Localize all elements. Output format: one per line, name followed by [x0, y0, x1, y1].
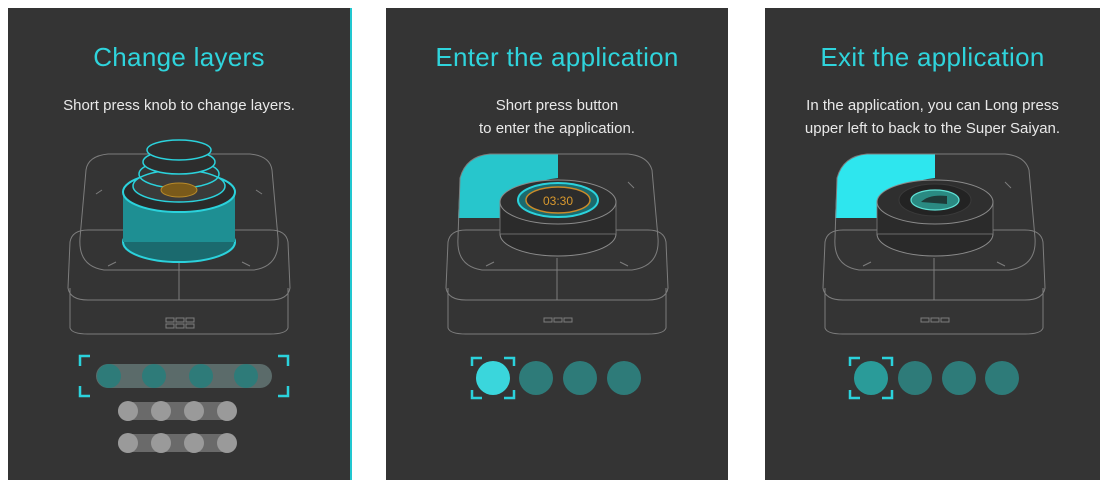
app-selector — [848, 356, 1019, 400]
knob-device-illustration — [67, 139, 291, 335]
app-dot[interactable] — [607, 361, 641, 395]
panel-title: Change layers — [93, 42, 265, 72]
description-line: Short press button — [495, 97, 619, 114]
app-dot[interactable] — [985, 361, 1019, 395]
panel-description: In the application, you can Long press u… — [765, 94, 1100, 140]
panel-enter-application: Enter the application Short press button… — [386, 8, 728, 480]
panel-title: Exit the application — [820, 42, 1045, 72]
panel-description: Short press button to enter the applicat… — [386, 94, 728, 140]
app-dot[interactable] — [519, 361, 553, 395]
panel-exit-application: Exit the application In the application,… — [765, 8, 1100, 480]
knob-device-illustration — [822, 153, 1046, 335]
description-line: to enter the application. — [479, 120, 635, 137]
active-app-dot[interactable] — [854, 361, 888, 395]
knob-device-illustration: 03:30 — [445, 153, 669, 335]
description-line: In the application, you can Long press — [806, 97, 1059, 114]
panel-description: Short press knob to change layers. — [8, 94, 350, 117]
app-dot[interactable] — [563, 361, 597, 395]
description-line: Short press knob to change layers. — [63, 97, 295, 114]
layer-selector — [78, 354, 290, 453]
app-dot[interactable] — [942, 361, 976, 395]
description-line: upper left to back to the Super Saiyan. — [804, 120, 1061, 137]
app-selector — [470, 356, 641, 400]
app-dot[interactable] — [898, 361, 932, 395]
panel-change-layers: Change layers Short press knob to change… — [8, 8, 352, 480]
panel-title: Enter the application — [435, 42, 679, 72]
knob-display: 03:30 — [543, 194, 573, 208]
active-app-dot[interactable] — [476, 361, 510, 395]
